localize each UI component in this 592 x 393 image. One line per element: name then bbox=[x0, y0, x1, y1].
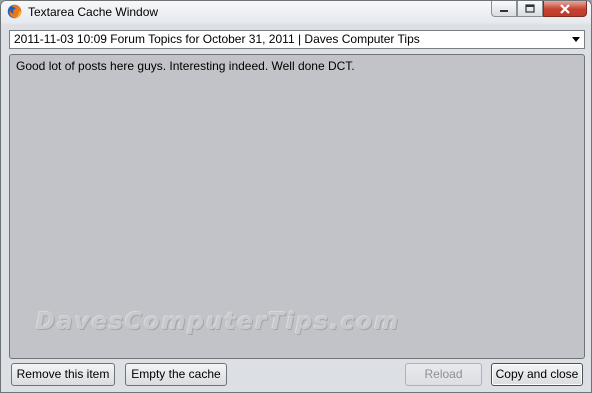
close-button[interactable] bbox=[543, 1, 587, 17]
cached-text-value: Good lot of posts here guys. Interesting… bbox=[16, 59, 355, 73]
watermark-text: DavesComputerTips.com bbox=[36, 309, 401, 335]
remove-item-button[interactable]: Remove this item bbox=[11, 363, 115, 386]
maximize-icon bbox=[525, 4, 535, 13]
window-title: Textarea Cache Window bbox=[28, 5, 159, 19]
maximize-button[interactable] bbox=[517, 1, 543, 17]
minimize-button[interactable] bbox=[491, 1, 517, 17]
copy-and-close-button[interactable]: Copy and close bbox=[491, 363, 583, 386]
textarea-cache-window: Textarea Cache Window 2011-11-03 10:09 F… bbox=[0, 0, 592, 393]
close-icon bbox=[560, 3, 570, 14]
caption-buttons bbox=[491, 1, 587, 18]
cache-entry-select[interactable]: 2011-11-03 10:09 Forum Topics for Octobe… bbox=[9, 30, 585, 49]
dropdown-arrow-icon bbox=[572, 37, 580, 42]
title-bar[interactable]: Textarea Cache Window bbox=[1, 1, 591, 23]
cache-entry-selected-value: 2011-11-03 10:09 Forum Topics for Octobe… bbox=[14, 32, 420, 46]
empty-cache-button[interactable]: Empty the cache bbox=[125, 363, 227, 386]
firefox-icon bbox=[7, 4, 22, 19]
cached-text-area[interactable]: Good lot of posts here guys. Interesting… bbox=[9, 54, 585, 359]
reload-button[interactable]: Reload bbox=[405, 363, 482, 386]
minimize-icon bbox=[500, 9, 508, 12]
window-content: 2011-11-03 10:09 Forum Topics for Octobe… bbox=[1, 25, 591, 392]
